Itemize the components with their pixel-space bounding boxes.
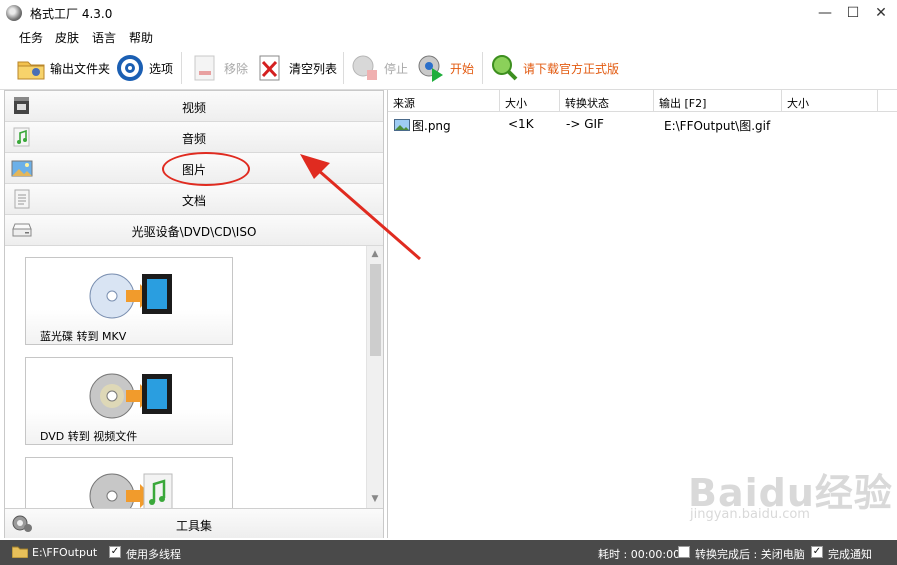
stop-icon: [350, 53, 380, 83]
toolbar-separator: [181, 52, 182, 84]
column-header-output-size[interactable]: 大小: [782, 90, 878, 112]
multithread-checkbox[interactable]: ✓: [109, 546, 121, 558]
window-title: 格式工厂 4.3.0: [30, 7, 113, 21]
multithread-label: 使用多线程: [126, 548, 181, 561]
column-header-status[interactable]: 转换状态: [560, 90, 654, 112]
status-bar: E:\FFOutput ✓ 使用多线程 耗时 : 00:00:00 转换完成后 …: [0, 540, 897, 565]
output-folder-button[interactable]: 输出文件夹: [16, 52, 110, 84]
watermark-url: jingyan.baidu.com: [690, 507, 810, 522]
toolbar-separator: [343, 52, 344, 84]
output-folder-label: 输出文件夹: [50, 61, 111, 76]
menu-item-tasks[interactable]: 任务: [19, 29, 43, 46]
maximize-button[interactable]: ☐: [840, 2, 866, 24]
cd-to-audio-tile[interactable]: [25, 457, 233, 508]
format-factory-app-icon: [6, 5, 22, 21]
cell-output: E:\FFOutput\图.gif: [664, 119, 771, 133]
remove-document-icon: [190, 53, 220, 83]
column-header-source[interactable]: 来源: [388, 90, 500, 112]
scroll-down-arrow-icon[interactable]: ▼: [367, 491, 383, 507]
download-official-link[interactable]: 请下载官方正式版: [489, 52, 619, 84]
clear-list-button[interactable]: 清空列表: [255, 52, 337, 84]
start-button[interactable]: 开始: [416, 52, 474, 84]
category-video[interactable]: 视频: [5, 91, 383, 122]
start-label: 开始: [450, 61, 475, 76]
toolbar-separator: [482, 52, 483, 84]
scrollbar-thumb[interactable]: [370, 264, 381, 356]
toolbar: 输出文件夹 选项 移除 清空列表 停止 开始 请下载官方正式版: [0, 46, 897, 90]
gear-icon: [115, 53, 145, 83]
folder-icon: [16, 53, 46, 83]
title-bar: 格式工厂 4.3.0 — ☐ ✕: [0, 0, 897, 26]
options-label: 选项: [149, 61, 174, 76]
bluray-to-mkv-label: 蓝光碟 转到 MKV: [40, 330, 127, 343]
cd-to-audio-icon: [84, 470, 179, 508]
function-list: 蓝光碟 转到 MKV DVD 转到 视频文件 ▲ ▼: [5, 246, 383, 508]
after-done-checkbox[interactable]: [678, 546, 690, 558]
menu-item-language[interactable]: 语言: [92, 29, 116, 46]
dvd-to-video-label: DVD 转到 视频文件: [40, 430, 138, 443]
cell-status: -> GIF: [566, 117, 604, 131]
remove-label: 移除: [224, 61, 249, 76]
cell-source: 图.png: [412, 119, 451, 133]
notify-checkbox[interactable]: ✓: [811, 546, 823, 558]
annotation-arrow-icon: [300, 154, 421, 261]
cell-size: <1K: [508, 117, 534, 131]
image-file-icon: [394, 119, 410, 131]
close-button[interactable]: ✕: [868, 2, 894, 24]
category-tools[interactable]: 工具集: [5, 508, 383, 538]
dvd-to-video-tile[interactable]: DVD 转到 视频文件: [25, 357, 233, 445]
annotation-ellipse: [162, 152, 250, 186]
dvd-to-video-icon: [84, 370, 179, 426]
column-header-filler: [878, 90, 897, 112]
remove-button[interactable]: 移除: [190, 52, 248, 84]
menu-item-help[interactable]: 帮助: [129, 29, 153, 46]
elapsed-time: 耗时 : 00:00:00: [598, 548, 681, 561]
category-tools-label: 工具集: [175, 519, 212, 533]
function-list-scrollbar[interactable]: ▲ ▼: [366, 246, 383, 508]
notify-label: 完成通知: [828, 548, 872, 561]
options-button[interactable]: 选项: [115, 52, 173, 84]
output-folder-path[interactable]: E:\FFOutput: [32, 546, 97, 559]
clear-list-icon: [255, 53, 285, 83]
magnifier-globe-icon: [489, 53, 519, 83]
minimize-button[interactable]: —: [812, 2, 838, 24]
bluray-to-video-icon: [84, 270, 179, 326]
after-done-label[interactable]: 转换完成后 : 关闭电脑: [695, 546, 805, 562]
bluray-to-mkv-tile[interactable]: 蓝光碟 转到 MKV: [25, 257, 233, 345]
stop-label: 停止: [384, 61, 409, 76]
menu-item-skin[interactable]: 皮肤: [55, 29, 79, 46]
folder-icon: [11, 545, 29, 559]
clear-list-label: 清空列表: [289, 61, 338, 76]
column-header-size[interactable]: 大小: [500, 90, 560, 112]
column-header-output[interactable]: 输出 [F2]: [654, 90, 782, 112]
stop-button[interactable]: 停止: [350, 52, 408, 84]
start-icon: [416, 53, 446, 83]
download-official-label: 请下载官方正式版: [523, 61, 620, 76]
menu-bar: 任务 皮肤 语言 帮助: [0, 26, 897, 46]
category-video-label: 视频: [181, 101, 206, 115]
